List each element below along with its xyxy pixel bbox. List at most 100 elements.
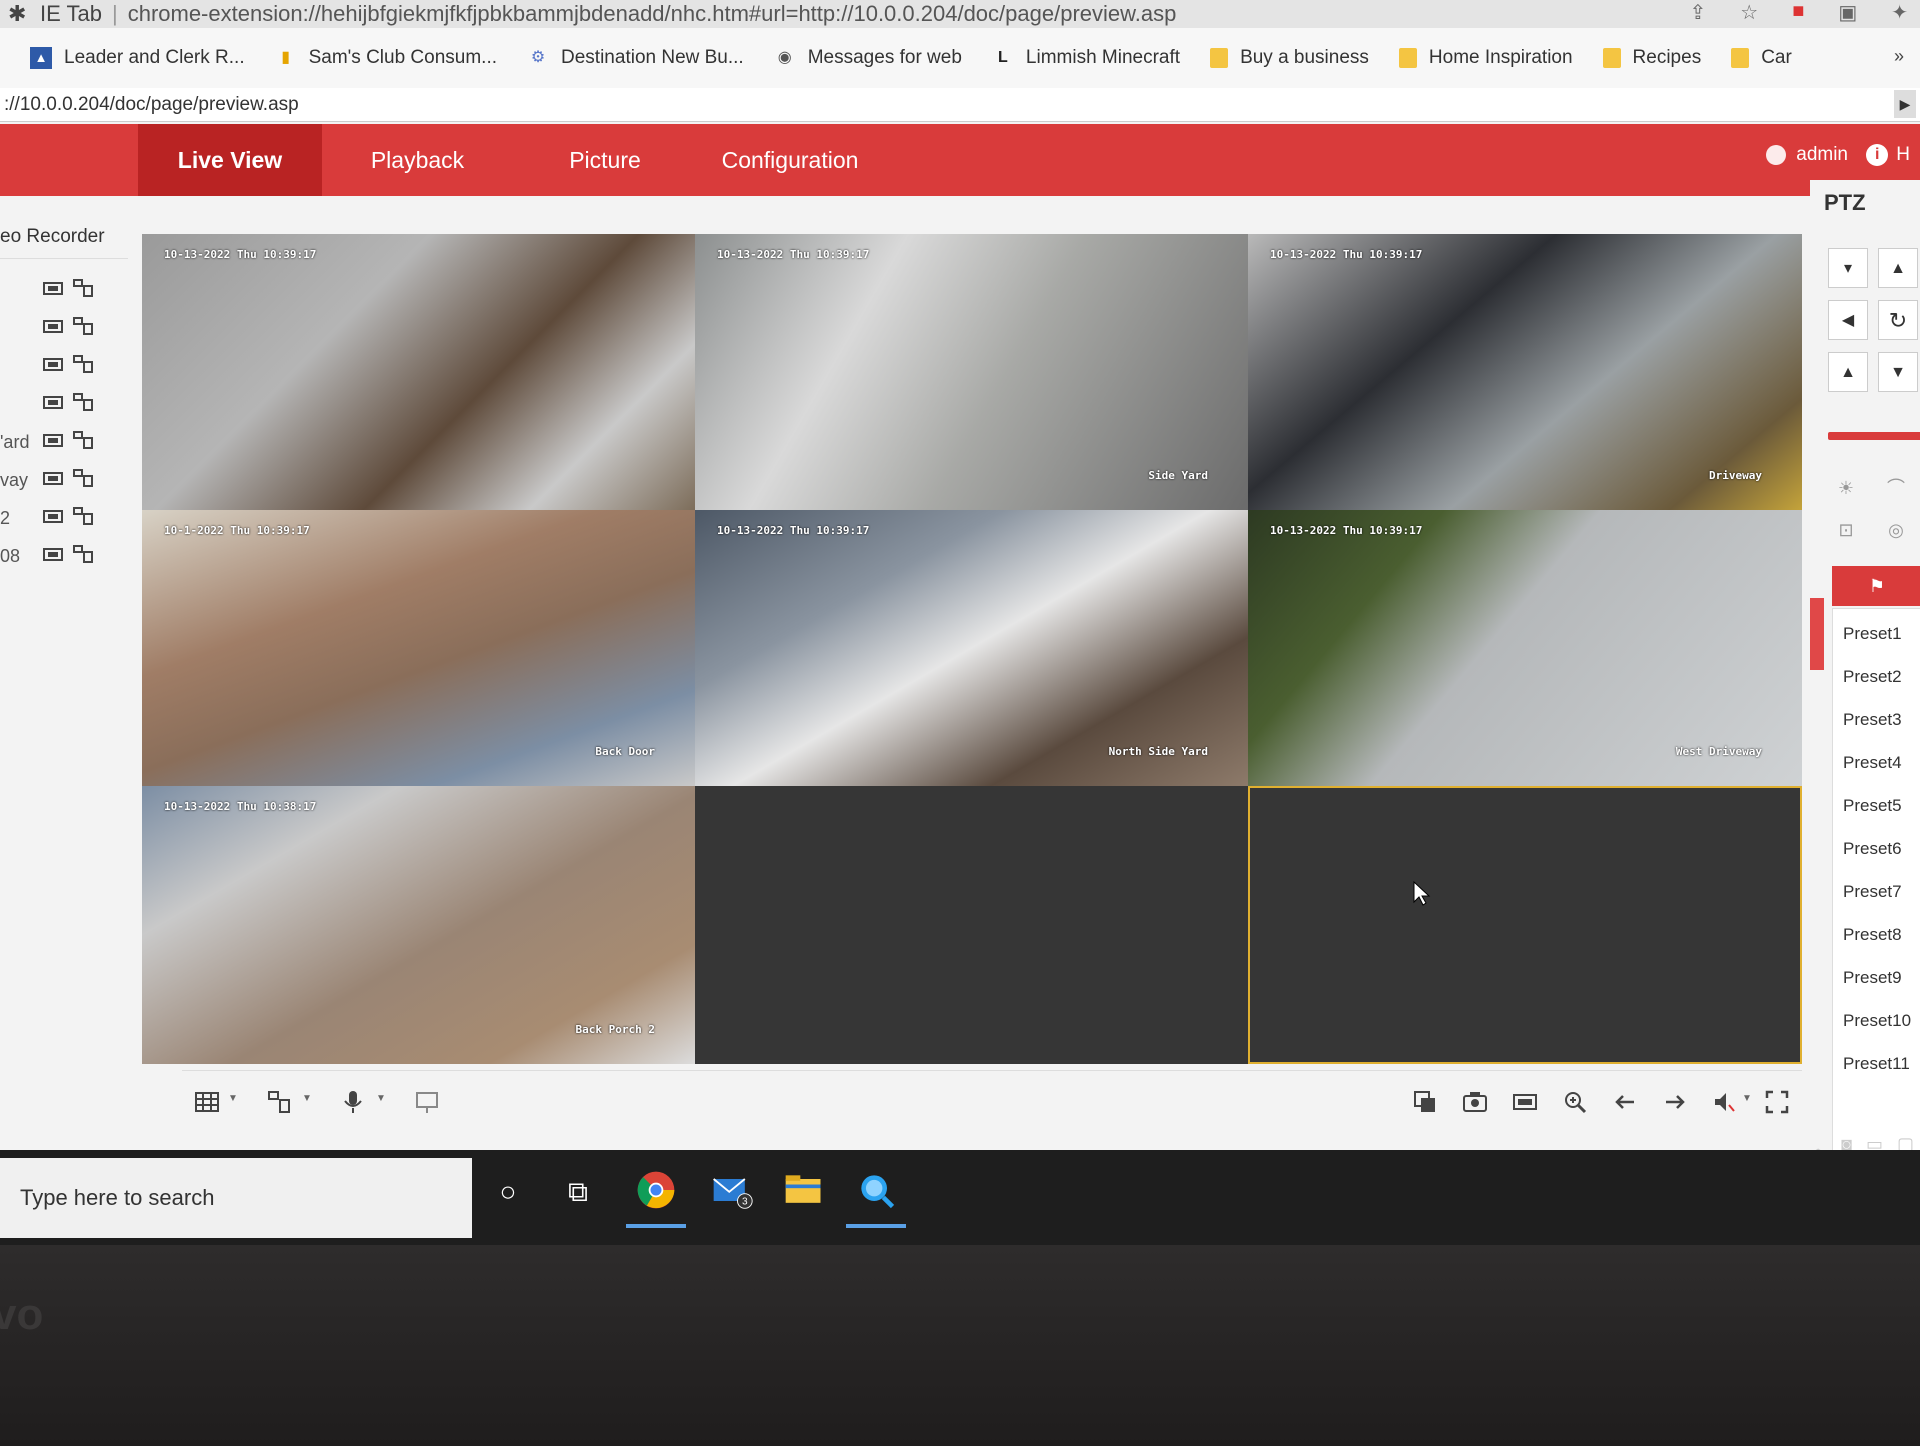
camera-row[interactable] bbox=[0, 272, 130, 310]
camera-row[interactable]: vay bbox=[0, 462, 130, 500]
light-icon[interactable]: ☀ bbox=[1828, 470, 1864, 506]
record-clip-icon[interactable] bbox=[1512, 1089, 1538, 1115]
camera-icon[interactable] bbox=[42, 280, 64, 296]
record-icon[interactable] bbox=[72, 430, 94, 450]
bookmark-home-inspiration[interactable]: Home Inspiration bbox=[1398, 47, 1573, 69]
preset-item[interactable]: Preset5 bbox=[1833, 785, 1920, 827]
ptz-up-left-button[interactable]: ▾ bbox=[1828, 248, 1868, 288]
ptz-down-left-button[interactable]: ▲ bbox=[1828, 352, 1868, 392]
bookmark-destination[interactable]: ⚙ Destination New Bu... bbox=[527, 47, 744, 69]
camera-icon[interactable] bbox=[42, 318, 64, 334]
3d-zoom-icon[interactable]: ◎ bbox=[1878, 512, 1914, 548]
microphone-icon[interactable] bbox=[340, 1089, 366, 1115]
stream-type-icon[interactable] bbox=[266, 1089, 292, 1115]
mail-icon[interactable]: 3 bbox=[708, 1168, 756, 1216]
camera-icon[interactable] bbox=[42, 546, 64, 562]
record-icon[interactable] bbox=[72, 316, 94, 336]
bookmark-minecraft[interactable]: L Limmish Minecraft bbox=[992, 47, 1180, 69]
chevron-down-icon[interactable]: ▼ bbox=[228, 1093, 238, 1104]
bookmark-sams[interactable]: ▮ Sam's Club Consum... bbox=[275, 47, 497, 69]
record-icon[interactable] bbox=[72, 468, 94, 488]
video-cell[interactable]: 10-13-2022 Thu 10:39:17 bbox=[142, 234, 695, 510]
camera-row[interactable] bbox=[0, 386, 130, 424]
chevron-down-icon[interactable]: ▼ bbox=[376, 1093, 386, 1104]
window-layout-icon[interactable] bbox=[194, 1089, 220, 1115]
extension-icon[interactable]: ■ bbox=[1792, 0, 1804, 25]
preset-item[interactable]: Preset7 bbox=[1833, 871, 1920, 913]
tab-configuration[interactable]: Configuration bbox=[705, 124, 875, 196]
cortana-icon[interactable]: ○ bbox=[484, 1168, 532, 1216]
address-url[interactable]: chrome-extension://hehijbfgiekmjfkfjpbkb… bbox=[128, 1, 1177, 27]
tab-live-view[interactable]: Live View bbox=[138, 124, 322, 196]
video-cell-selected[interactable] bbox=[1248, 786, 1802, 1064]
file-explorer-icon[interactable] bbox=[780, 1168, 828, 1216]
bookmarks-more-button[interactable]: » bbox=[1894, 46, 1904, 67]
chrome-icon[interactable] bbox=[626, 1168, 686, 1228]
help-menu[interactable]: i H bbox=[1866, 144, 1910, 166]
camera-row[interactable]: 08 bbox=[0, 538, 130, 576]
bookmark-buy-business[interactable]: Buy a business bbox=[1210, 47, 1369, 69]
chevron-down-icon[interactable]: ▼ bbox=[302, 1093, 312, 1104]
record-icon[interactable] bbox=[72, 392, 94, 412]
puzzle-icon[interactable]: ✦ bbox=[1891, 0, 1908, 25]
preset-item[interactable]: Preset1 bbox=[1833, 613, 1920, 655]
ptz-up-button[interactable]: ▲ bbox=[1878, 248, 1918, 288]
user-menu[interactable]: admin bbox=[1766, 144, 1848, 166]
video-cell[interactable]: 10-1-2022 Thu 10:39:17 Back Door bbox=[142, 510, 695, 786]
preset-item[interactable]: Preset11 bbox=[1833, 1043, 1920, 1085]
next-page-icon[interactable] bbox=[1662, 1089, 1688, 1115]
taskbar-search-input[interactable]: Type here to search bbox=[0, 1158, 472, 1238]
preset-flag-icon[interactable]: ⚑ bbox=[1832, 566, 1920, 606]
previous-page-icon[interactable] bbox=[1612, 1089, 1638, 1115]
video-cell-empty[interactable] bbox=[695, 786, 1248, 1064]
tab-picture[interactable]: Picture bbox=[520, 124, 690, 196]
stop-all-preview-icon[interactable] bbox=[1412, 1089, 1438, 1115]
video-cell[interactable]: 10-13-2022 Thu 10:39:17 Side Yard bbox=[695, 234, 1248, 510]
preset-item[interactable]: Preset9 bbox=[1833, 957, 1920, 999]
record-icon[interactable] bbox=[72, 354, 94, 374]
camera-icon[interactable] bbox=[42, 394, 64, 410]
ptz-auto-button[interactable]: ↻ bbox=[1878, 300, 1918, 340]
preset-item[interactable]: Preset8 bbox=[1833, 914, 1920, 956]
video-cell[interactable]: 10-13-2022 Thu 10:39:17 Driveway bbox=[1248, 234, 1802, 510]
pin-icon[interactable]: ✱ bbox=[8, 1, 30, 27]
video-cell[interactable]: 10-13-2022 Thu 10:39:17 North Side Yard bbox=[695, 510, 1248, 786]
record-icon[interactable] bbox=[72, 278, 94, 298]
camera-row[interactable]: 2 bbox=[0, 500, 130, 538]
preset-item[interactable]: Preset4 bbox=[1833, 742, 1920, 784]
panel-collapse-tab[interactable] bbox=[1810, 598, 1824, 670]
bookmark-leader[interactable]: ▲ Leader and Clerk R... bbox=[30, 47, 245, 69]
preset-item[interactable]: Preset6 bbox=[1833, 828, 1920, 870]
scroll-right-icon[interactable]: ▶ bbox=[1894, 90, 1916, 118]
inner-address-bar[interactable]: ://10.0.0.204/doc/page/preview.asp ▶ bbox=[0, 88, 1920, 122]
ptz-down-button[interactable]: ▼ bbox=[1878, 352, 1918, 392]
share-icon[interactable]: ⇪ bbox=[1690, 0, 1707, 25]
ptz-speed-slider[interactable] bbox=[1828, 432, 1920, 440]
camera-icon[interactable] bbox=[42, 432, 64, 448]
wiper-icon[interactable]: ⌒ bbox=[1878, 470, 1914, 506]
preset-item[interactable]: Preset2 bbox=[1833, 656, 1920, 698]
search-app-icon[interactable] bbox=[846, 1168, 906, 1228]
bookmark-recipes[interactable]: Recipes bbox=[1602, 47, 1701, 69]
tab-playback[interactable]: Playback bbox=[330, 124, 505, 196]
volume-icon[interactable] bbox=[1712, 1089, 1738, 1115]
extension2-icon[interactable]: ▣ bbox=[1838, 0, 1857, 25]
camera-snapshot-icon[interactable] bbox=[1462, 1089, 1488, 1115]
zoom-in-icon[interactable] bbox=[1562, 1089, 1588, 1115]
camera-icon[interactable] bbox=[42, 470, 64, 486]
alarm-output-icon[interactable] bbox=[414, 1089, 440, 1115]
chevron-down-icon[interactable]: ▼ bbox=[1742, 1093, 1752, 1104]
task-view-icon[interactable]: ⧉ bbox=[554, 1168, 602, 1216]
fullscreen-icon[interactable] bbox=[1764, 1089, 1790, 1115]
camera-icon[interactable] bbox=[42, 356, 64, 372]
focus-icon[interactable]: ⊡ bbox=[1828, 512, 1864, 548]
record-icon[interactable] bbox=[72, 544, 94, 564]
preset-item[interactable]: Preset3 bbox=[1833, 699, 1920, 741]
camera-icon[interactable] bbox=[42, 508, 64, 524]
camera-row[interactable]: 'ard bbox=[0, 424, 130, 462]
video-cell[interactable]: 10-13-2022 Thu 10:39:17 West Driveway bbox=[1248, 510, 1802, 786]
camera-row[interactable] bbox=[0, 348, 130, 386]
camera-row[interactable] bbox=[0, 310, 130, 348]
preset-item[interactable]: Preset10 bbox=[1833, 1000, 1920, 1042]
record-icon[interactable] bbox=[72, 506, 94, 526]
